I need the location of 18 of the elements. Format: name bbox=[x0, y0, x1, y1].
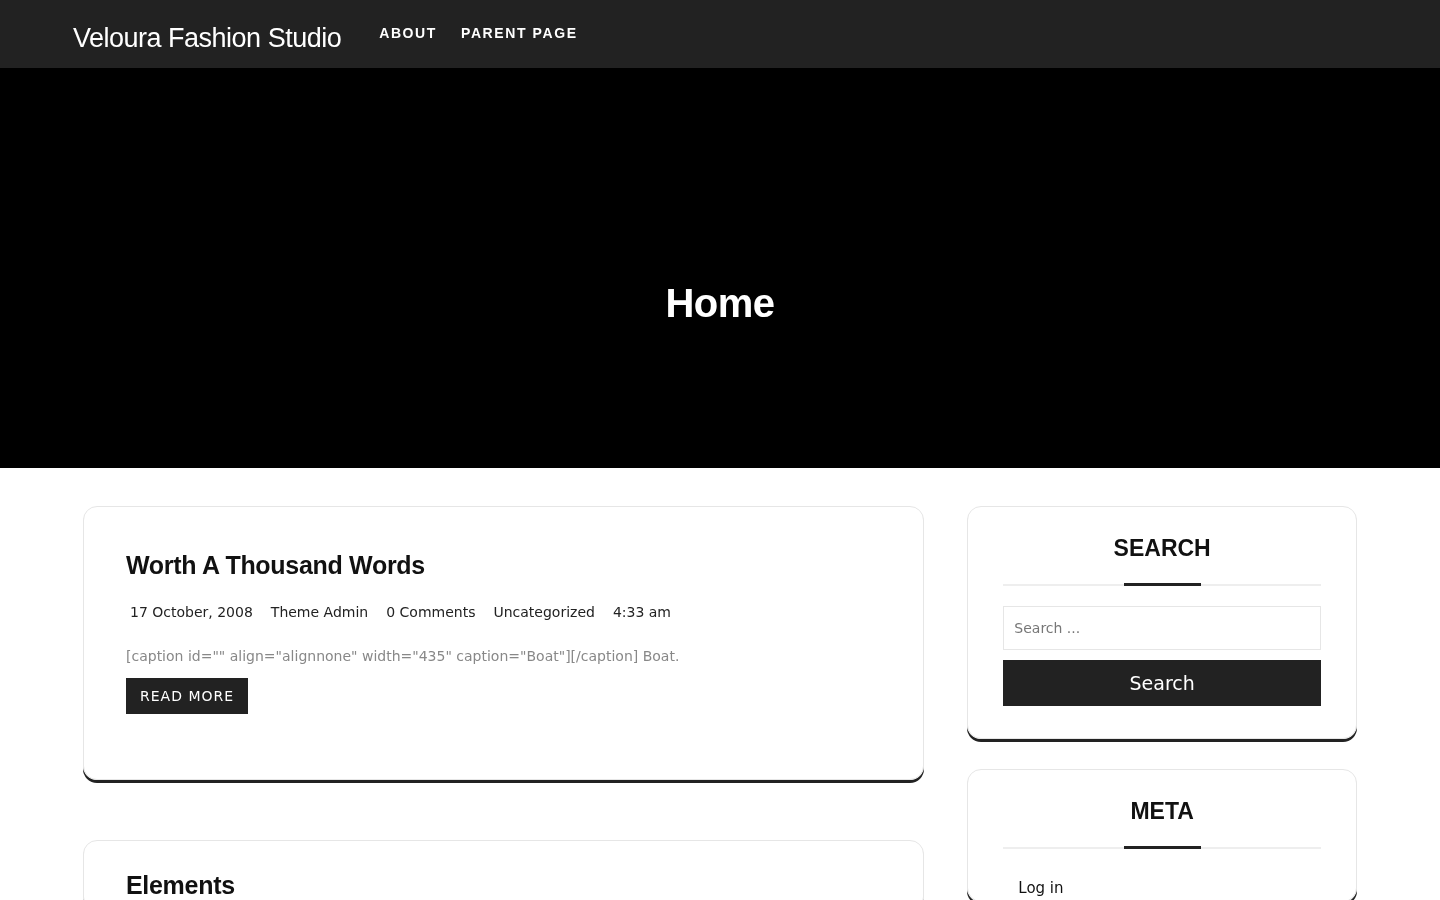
read-more-button[interactable]: READ MORE bbox=[126, 678, 249, 714]
page-title: Home bbox=[665, 280, 775, 326]
nav-link[interactable]: ABOUT bbox=[379, 25, 437, 41]
post-meta[interactable]: 0 Comments bbox=[386, 604, 476, 620]
widget-title: META bbox=[1129, 798, 1195, 825]
post-meta[interactable]: Theme Admin bbox=[270, 604, 369, 620]
post-meta[interactable]: 17 October, 2008 bbox=[130, 604, 253, 620]
nav-link[interactable]: PARENT PAGE bbox=[461, 25, 578, 41]
post-title[interactable]: Worth A Thousand Words bbox=[126, 551, 882, 580]
post-excerpt: [caption id="" align="alignnone" width="435" caption="Boat"][/caption] Boat. bbox=[126, 648, 681, 664]
search-button[interactable]: Search bbox=[1003, 660, 1321, 706]
widget-title: SEARCH bbox=[1112, 535, 1212, 562]
meta-link[interactable]: Log in bbox=[1018, 879, 1321, 897]
post-title[interactable]: Elements bbox=[126, 871, 882, 900]
search-field[interactable]: Search ... bbox=[1003, 606, 1321, 650]
site-title[interactable]: Veloura Fashion Studio bbox=[73, 22, 342, 54]
post-meta[interactable]: 4:33 am bbox=[612, 604, 671, 620]
post-meta[interactable]: Uncategorized bbox=[493, 604, 595, 620]
